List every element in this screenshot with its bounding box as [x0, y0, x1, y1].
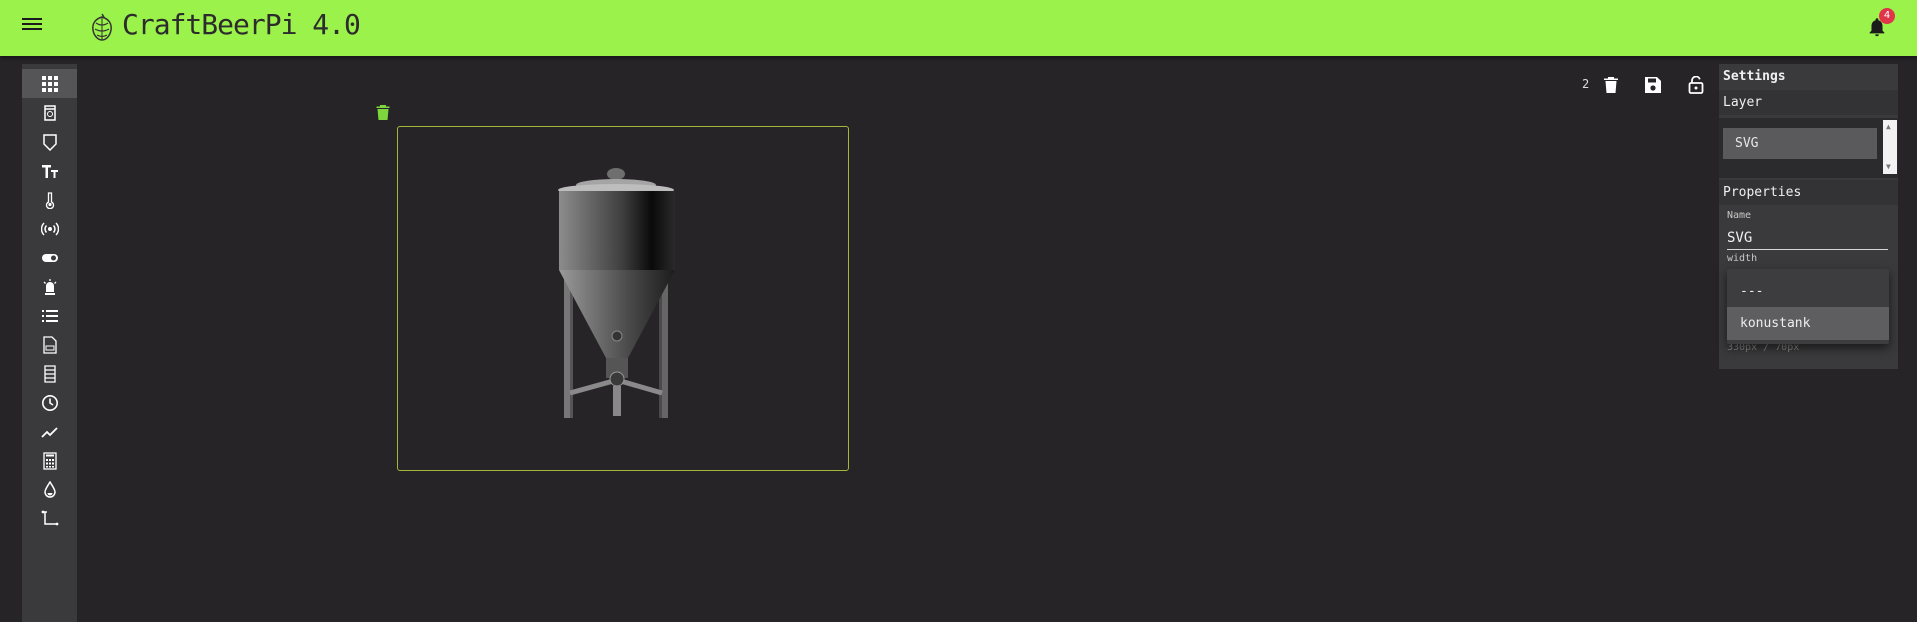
properties-header: Properties [1719, 180, 1898, 205]
list-icon[interactable] [22, 301, 77, 330]
settings-title: Settings [1723, 69, 1786, 84]
text-icon[interactable] [22, 156, 77, 185]
menu-icon[interactable] [22, 18, 42, 38]
svg-widget-konustank[interactable] [397, 126, 849, 471]
app-title: CraftBeerPi 4.0 [122, 8, 361, 41]
kettle-icon[interactable] [22, 98, 77, 127]
thermometer-icon[interactable] [22, 185, 77, 214]
hop-logo-icon [92, 13, 112, 41]
calculator-icon[interactable] [22, 446, 77, 475]
fermenter-icon[interactable] [22, 127, 77, 156]
name-label: Name [1727, 210, 1752, 221]
path-icon[interactable] [22, 504, 77, 533]
unlock-icon[interactable] [1687, 76, 1705, 94]
sheet-icon[interactable] [22, 359, 77, 388]
clock-icon[interactable] [22, 388, 77, 417]
delete-icon[interactable] [1602, 76, 1620, 94]
dropdown-option-none[interactable]: --- [1727, 275, 1889, 308]
konustank-image [558, 168, 675, 418]
recipe-icon[interactable] [22, 330, 77, 359]
app-header: CraftBeerPi 4.0 4 [0, 0, 1917, 56]
selection-count: 2 [1582, 77, 1590, 91]
width-label: width [1727, 253, 1758, 264]
save-icon[interactable] [1644, 76, 1662, 94]
led-icon[interactable] [22, 272, 77, 301]
broadcast-icon[interactable] [22, 214, 77, 243]
layer-item-svg[interactable]: SVG [1723, 128, 1877, 159]
toggle-icon[interactable] [22, 243, 77, 272]
dropdown-option-konustank[interactable]: konustank [1727, 307, 1889, 340]
svg-select-dropdown[interactable]: --- konustank [1727, 269, 1889, 344]
layer-header: Layer [1719, 90, 1898, 115]
notification-badge: 4 [1879, 8, 1895, 24]
grid-icon[interactable] [22, 69, 77, 98]
layer-list: SVG ▲ ▼ [1719, 118, 1898, 178]
drop-icon[interactable] [22, 475, 77, 504]
name-field[interactable] [1727, 227, 1888, 250]
layer-scrollbar[interactable]: ▲ ▼ [1883, 120, 1897, 174]
chart-icon[interactable] [22, 417, 77, 446]
delete-widget-icon[interactable] [376, 104, 390, 120]
widget-toolbar [22, 64, 77, 622]
